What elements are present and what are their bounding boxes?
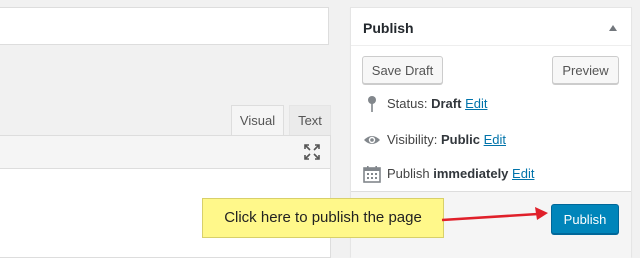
preview-button[interactable]: Preview	[552, 56, 619, 84]
edit-schedule-link[interactable]: Edit	[512, 166, 534, 181]
publish-box-header: Publish	[351, 8, 631, 46]
edit-status-link[interactable]: Edit	[465, 96, 487, 111]
schedule-label: Publish	[387, 166, 430, 181]
red-arrow-icon	[441, 207, 548, 222]
publish-button[interactable]: Publish	[551, 204, 619, 234]
fullscreen-icon[interactable]	[304, 144, 320, 160]
schedule-value: immediately	[433, 166, 509, 181]
arrow-up-icon[interactable]	[609, 25, 617, 31]
editor-toolbar	[0, 135, 331, 169]
visibility-label: Visibility:	[387, 132, 438, 147]
visibility-value: Public	[440, 132, 480, 147]
tab-visual[interactable]: Visual	[231, 105, 284, 135]
callout-note: Click here to publish the page	[202, 198, 444, 238]
title-input[interactable]	[0, 7, 329, 45]
tab-text[interactable]: Text	[289, 105, 331, 135]
save-draft-button[interactable]: Save Draft	[362, 56, 443, 84]
status-value: Draft	[431, 96, 462, 111]
status-label: Status:	[387, 96, 428, 111]
edit-visibility-link[interactable]: Edit	[484, 132, 506, 147]
publish-box-title: Publish	[363, 20, 414, 36]
eye-icon	[364, 136, 380, 144]
calendar-icon	[363, 166, 381, 183]
pin-icon	[368, 96, 376, 112]
